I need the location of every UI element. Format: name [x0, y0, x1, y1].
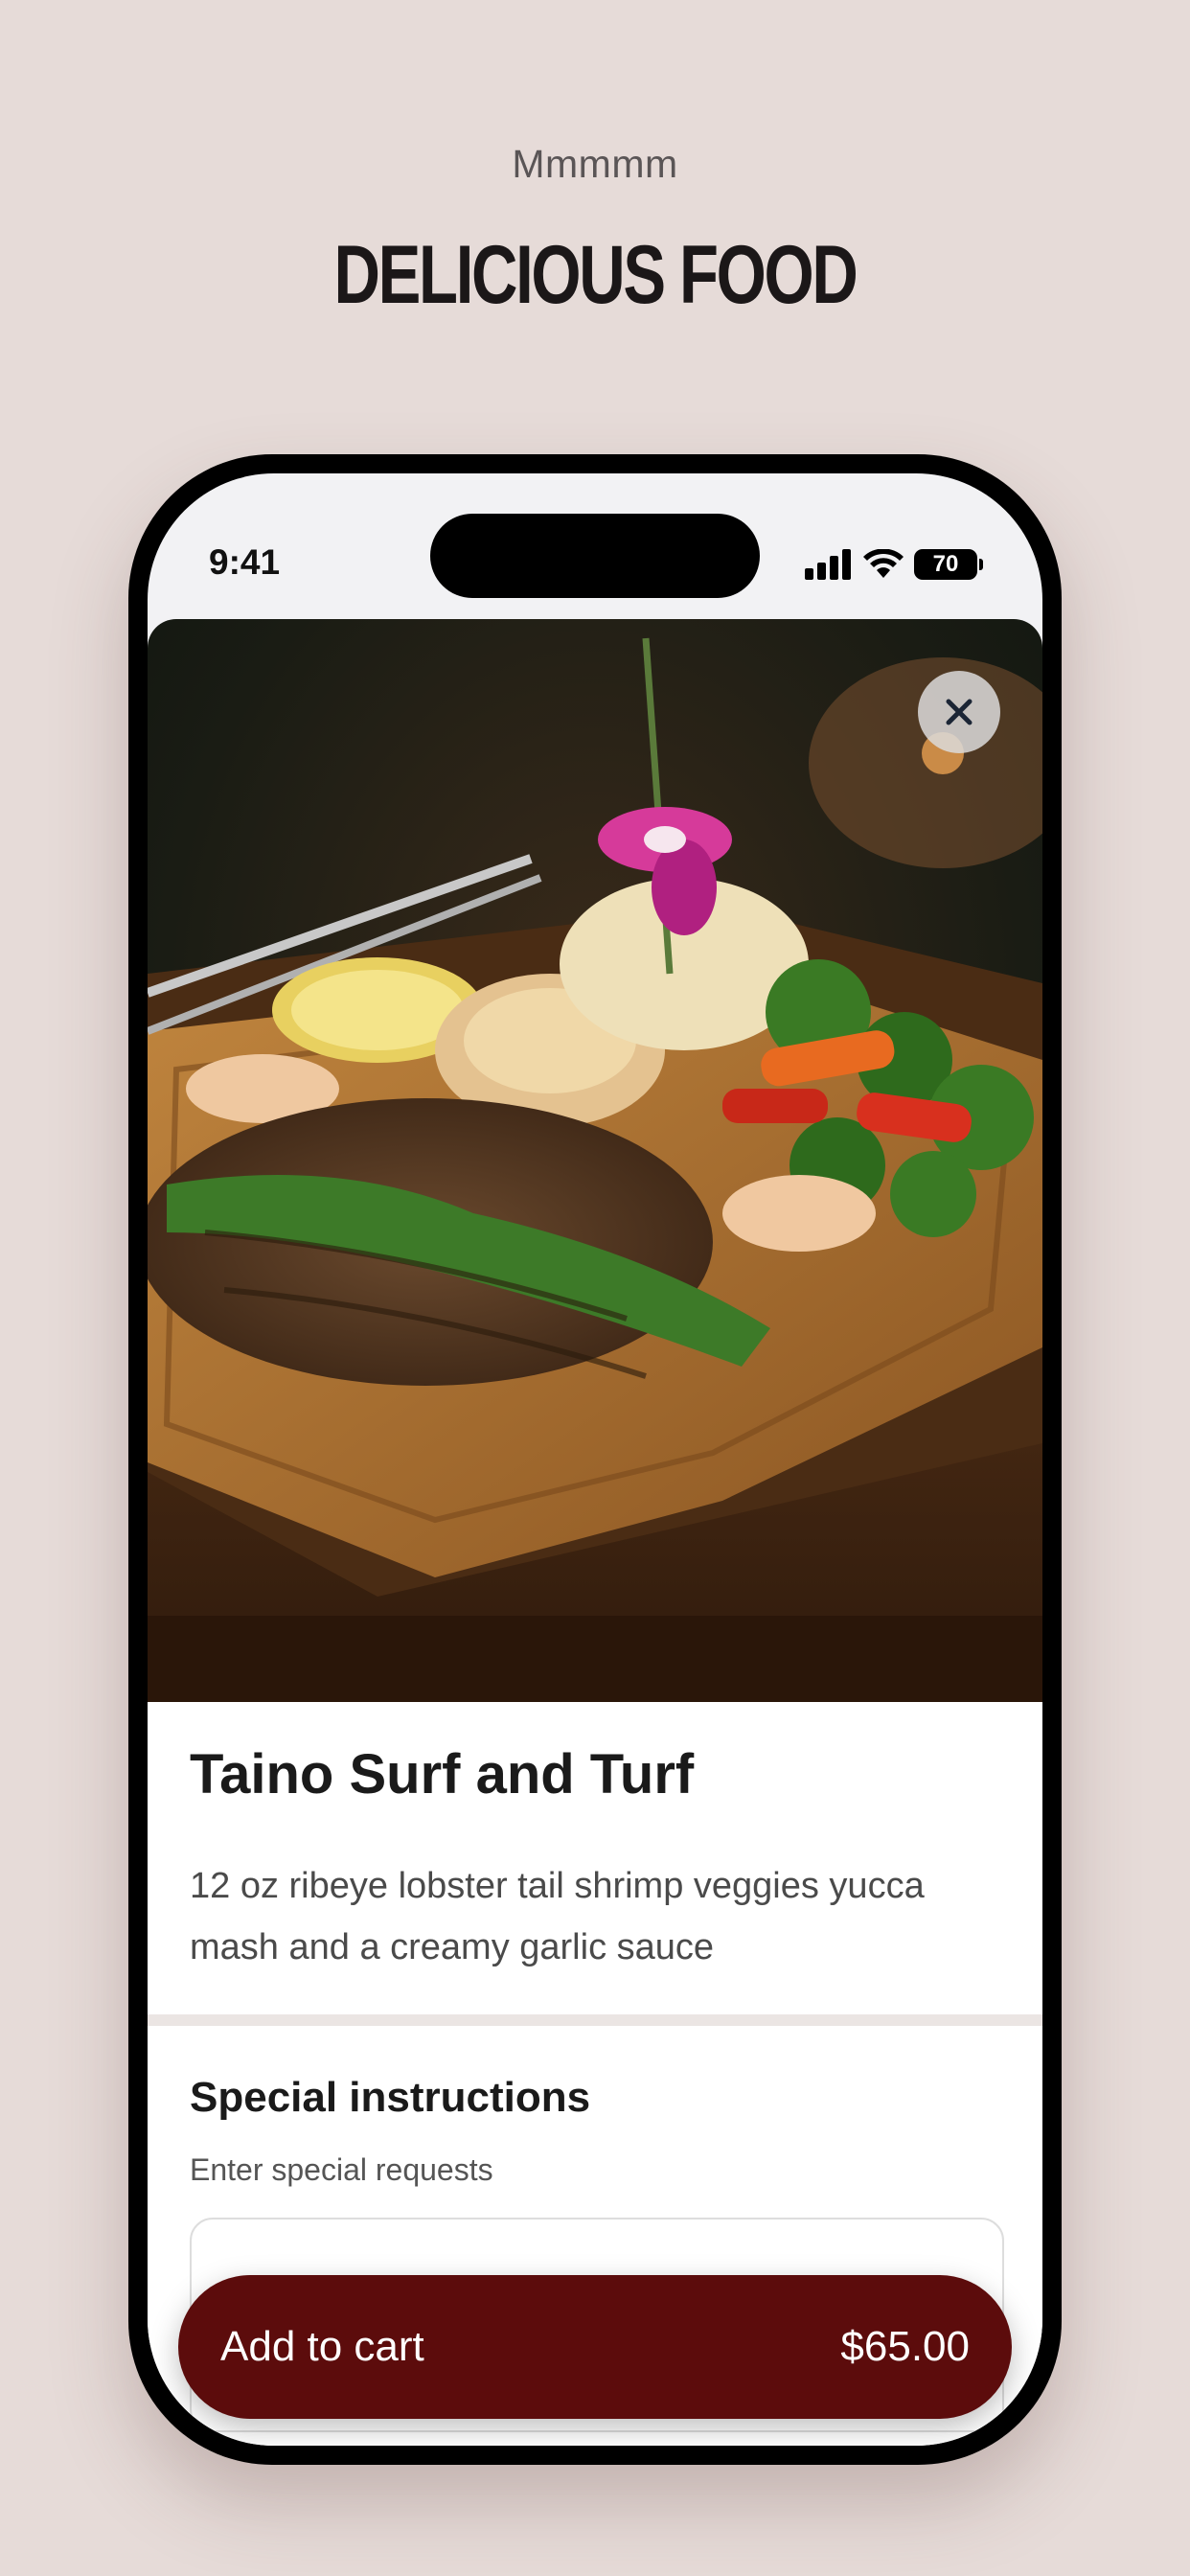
close-icon [946, 699, 973, 725]
dynamic-island [430, 514, 760, 598]
item-sheet: Taino Surf and Turf 12 oz ribeye lobster… [148, 619, 1042, 2446]
status-icons: 70 [805, 548, 983, 581]
close-button[interactable] [918, 671, 1000, 753]
cart-price: $65.00 [840, 2323, 970, 2370]
signal-icon [805, 549, 851, 580]
promo-title: DELICIOUS FOOD [333, 229, 858, 321]
special-instructions-title: Special instructions [190, 2074, 591, 2121]
add-to-cart-button[interactable]: Add to cart $65.00 [178, 2275, 1012, 2419]
phone-screen: 9:41 70 Taino Surf and Turf 12 oz ribeye… [148, 473, 1042, 2446]
status-time: 9:41 [209, 542, 281, 582]
phone-frame: 9:41 70 Taino Surf and Turf 12 oz ribeye… [128, 454, 1062, 2465]
battery-icon: 70 [914, 549, 983, 580]
add-to-cart-label: Add to cart [220, 2323, 424, 2370]
food-photo-illustration [148, 619, 1042, 1702]
food-photo [148, 619, 1042, 1702]
item-title: Taino Surf and Turf [190, 1743, 695, 1806]
section-divider [148, 2014, 1042, 2026]
special-instructions-subtitle: Enter special requests [190, 2152, 493, 2187]
promo-eyebrow: Mmmmm [512, 142, 678, 186]
wifi-icon [863, 549, 904, 578]
item-description: 12 oz ribeye lobster tail shrimp veggies… [190, 1866, 925, 1967]
